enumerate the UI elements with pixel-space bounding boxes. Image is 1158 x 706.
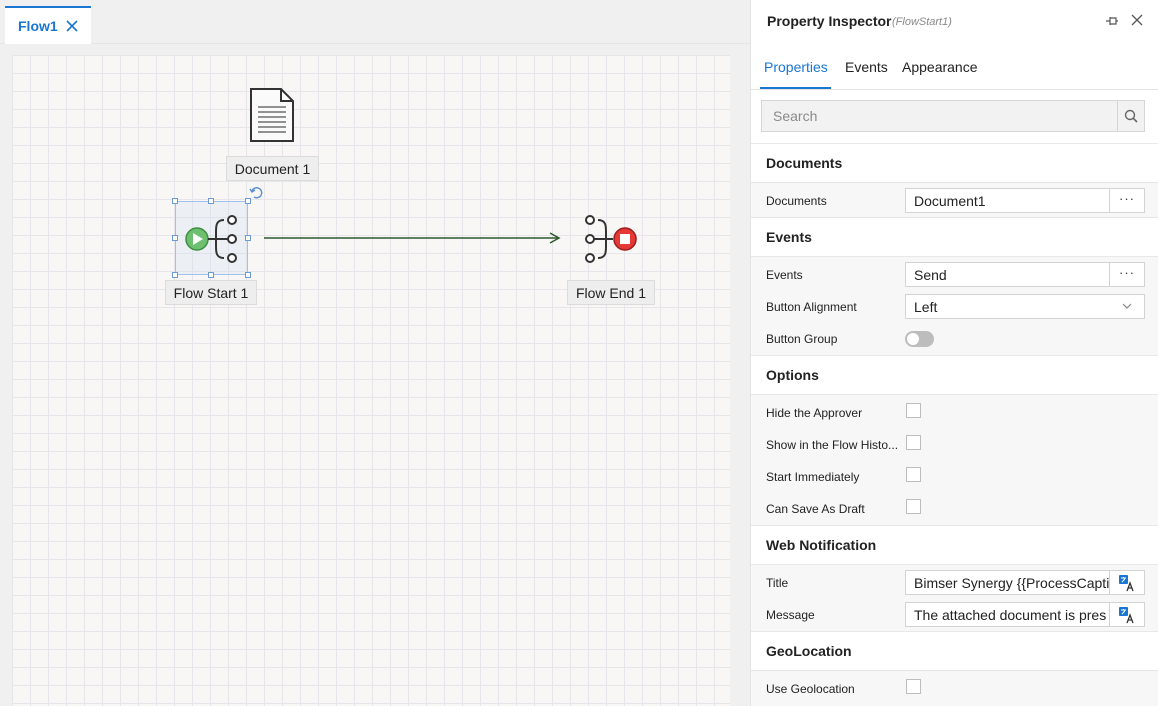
- translate-button[interactable]: [1110, 570, 1145, 595]
- button-group-toggle[interactable]: [905, 331, 934, 347]
- design-canvas[interactable]: [12, 55, 730, 706]
- section-geolocation-body: Use Geolocation: [751, 671, 1158, 706]
- document-icon[interactable]: [249, 87, 295, 143]
- flow-designer: Flow1 Document 1 Flow Start 1 Flow End 1: [0, 0, 750, 706]
- active-tab-indicator: [760, 87, 831, 89]
- resize-handle[interactable]: [172, 198, 178, 204]
- flow-end-icon[interactable]: [580, 214, 640, 264]
- ellipsis-icon: ···: [1119, 265, 1135, 280]
- show-in-flow-history-label: Show in the Flow Histo...: [766, 438, 899, 452]
- section-web-notification-header[interactable]: Web Notification: [751, 525, 1158, 565]
- search-input[interactable]: [762, 101, 1118, 131]
- notification-title-field[interactable]: Bimser Synergy {{ProcessCaptio: [905, 570, 1110, 595]
- tab-flow1-label: Flow1: [18, 18, 58, 34]
- tab-flow1[interactable]: Flow1: [5, 6, 91, 44]
- events-ellipsis-button[interactable]: ···: [1110, 262, 1145, 287]
- documents-ellipsis-button[interactable]: ···: [1110, 188, 1145, 213]
- resize-handle[interactable]: [172, 272, 178, 278]
- search-box: [761, 100, 1145, 132]
- documents-field[interactable]: Document1: [905, 188, 1110, 213]
- chevron-down-icon: [1122, 303, 1132, 309]
- translate-icon: [1119, 606, 1134, 623]
- tab-events[interactable]: Events: [845, 59, 888, 75]
- button-alignment-value: Left: [914, 298, 938, 315]
- document-node-label[interactable]: Document 1: [226, 156, 319, 181]
- flow-start-icon[interactable]: [183, 214, 241, 264]
- section-options-header[interactable]: Options: [751, 355, 1158, 395]
- translate-icon: [1119, 574, 1134, 591]
- documents-label: Documents: [766, 194, 827, 208]
- hide-approver-label: Hide the Approver: [766, 406, 863, 420]
- search-icon: [1124, 109, 1138, 123]
- button-group-label: Button Group: [766, 332, 838, 346]
- canvas-margin: [0, 44, 12, 706]
- use-geolocation-label: Use Geolocation: [766, 682, 855, 696]
- inspector-title: Property Inspector: [767, 13, 892, 29]
- close-icon[interactable]: [1131, 14, 1143, 26]
- hide-approver-checkbox[interactable]: [906, 403, 921, 418]
- tab-properties[interactable]: Properties: [764, 59, 828, 75]
- notification-message-label: Message: [766, 608, 815, 622]
- events-label: Events: [766, 268, 803, 282]
- translate-button[interactable]: [1110, 602, 1145, 627]
- button-alignment-label: Button Alignment: [766, 300, 857, 314]
- resize-handle[interactable]: [245, 235, 251, 241]
- notification-title-label: Title: [766, 576, 789, 590]
- close-icon[interactable]: [65, 19, 79, 33]
- flow-start-node-label[interactable]: Flow Start 1: [165, 280, 257, 305]
- section-options-body: Hide the Approver Show in the Flow Histo…: [751, 395, 1158, 525]
- section-geolocation-header[interactable]: GeoLocation: [751, 631, 1158, 671]
- ellipsis-icon: ···: [1119, 191, 1135, 206]
- search-button[interactable]: [1117, 101, 1144, 131]
- resize-handle[interactable]: [208, 272, 214, 278]
- rotate-icon[interactable]: [249, 186, 263, 200]
- use-geolocation-checkbox[interactable]: [906, 679, 921, 694]
- section-web-notification-body: Title Bimser Synergy {{ProcessCaptio Mes…: [751, 565, 1158, 631]
- events-field[interactable]: Send: [905, 262, 1110, 287]
- document-tabstrip: Flow1: [0, 0, 750, 44]
- tab-appearance[interactable]: Appearance: [902, 59, 978, 75]
- section-documents-header[interactable]: Documents: [751, 143, 1158, 183]
- resize-handle[interactable]: [208, 198, 214, 204]
- start-immediately-label: Start Immediately: [766, 470, 860, 484]
- flow-end-node-label[interactable]: Flow End 1: [567, 280, 655, 305]
- can-save-as-draft-label: Can Save As Draft: [766, 502, 865, 516]
- section-events-header[interactable]: Events: [751, 217, 1158, 257]
- show-in-flow-history-checkbox[interactable]: [906, 435, 921, 450]
- inspector-subtitle: (FlowStart1): [892, 16, 952, 28]
- start-immediately-checkbox[interactable]: [906, 467, 921, 482]
- connector-arrow[interactable]: [262, 230, 562, 246]
- toggle-knob: [907, 333, 919, 345]
- pin-icon[interactable]: [1105, 14, 1119, 28]
- section-events-body: Events Send ··· Button Alignment Left Bu…: [751, 257, 1158, 355]
- notification-message-field[interactable]: The attached document is pres: [905, 602, 1110, 627]
- property-inspector: Property Inspector (FlowStart1) Properti…: [750, 0, 1158, 706]
- resize-handle[interactable]: [245, 272, 251, 278]
- inspector-tabs: Properties Events Appearance: [751, 48, 1158, 90]
- section-documents-body: Documents Document1 ···: [751, 183, 1158, 217]
- resize-handle[interactable]: [172, 235, 178, 241]
- button-alignment-select[interactable]: Left: [905, 294, 1145, 319]
- can-save-as-draft-checkbox[interactable]: [906, 499, 921, 514]
